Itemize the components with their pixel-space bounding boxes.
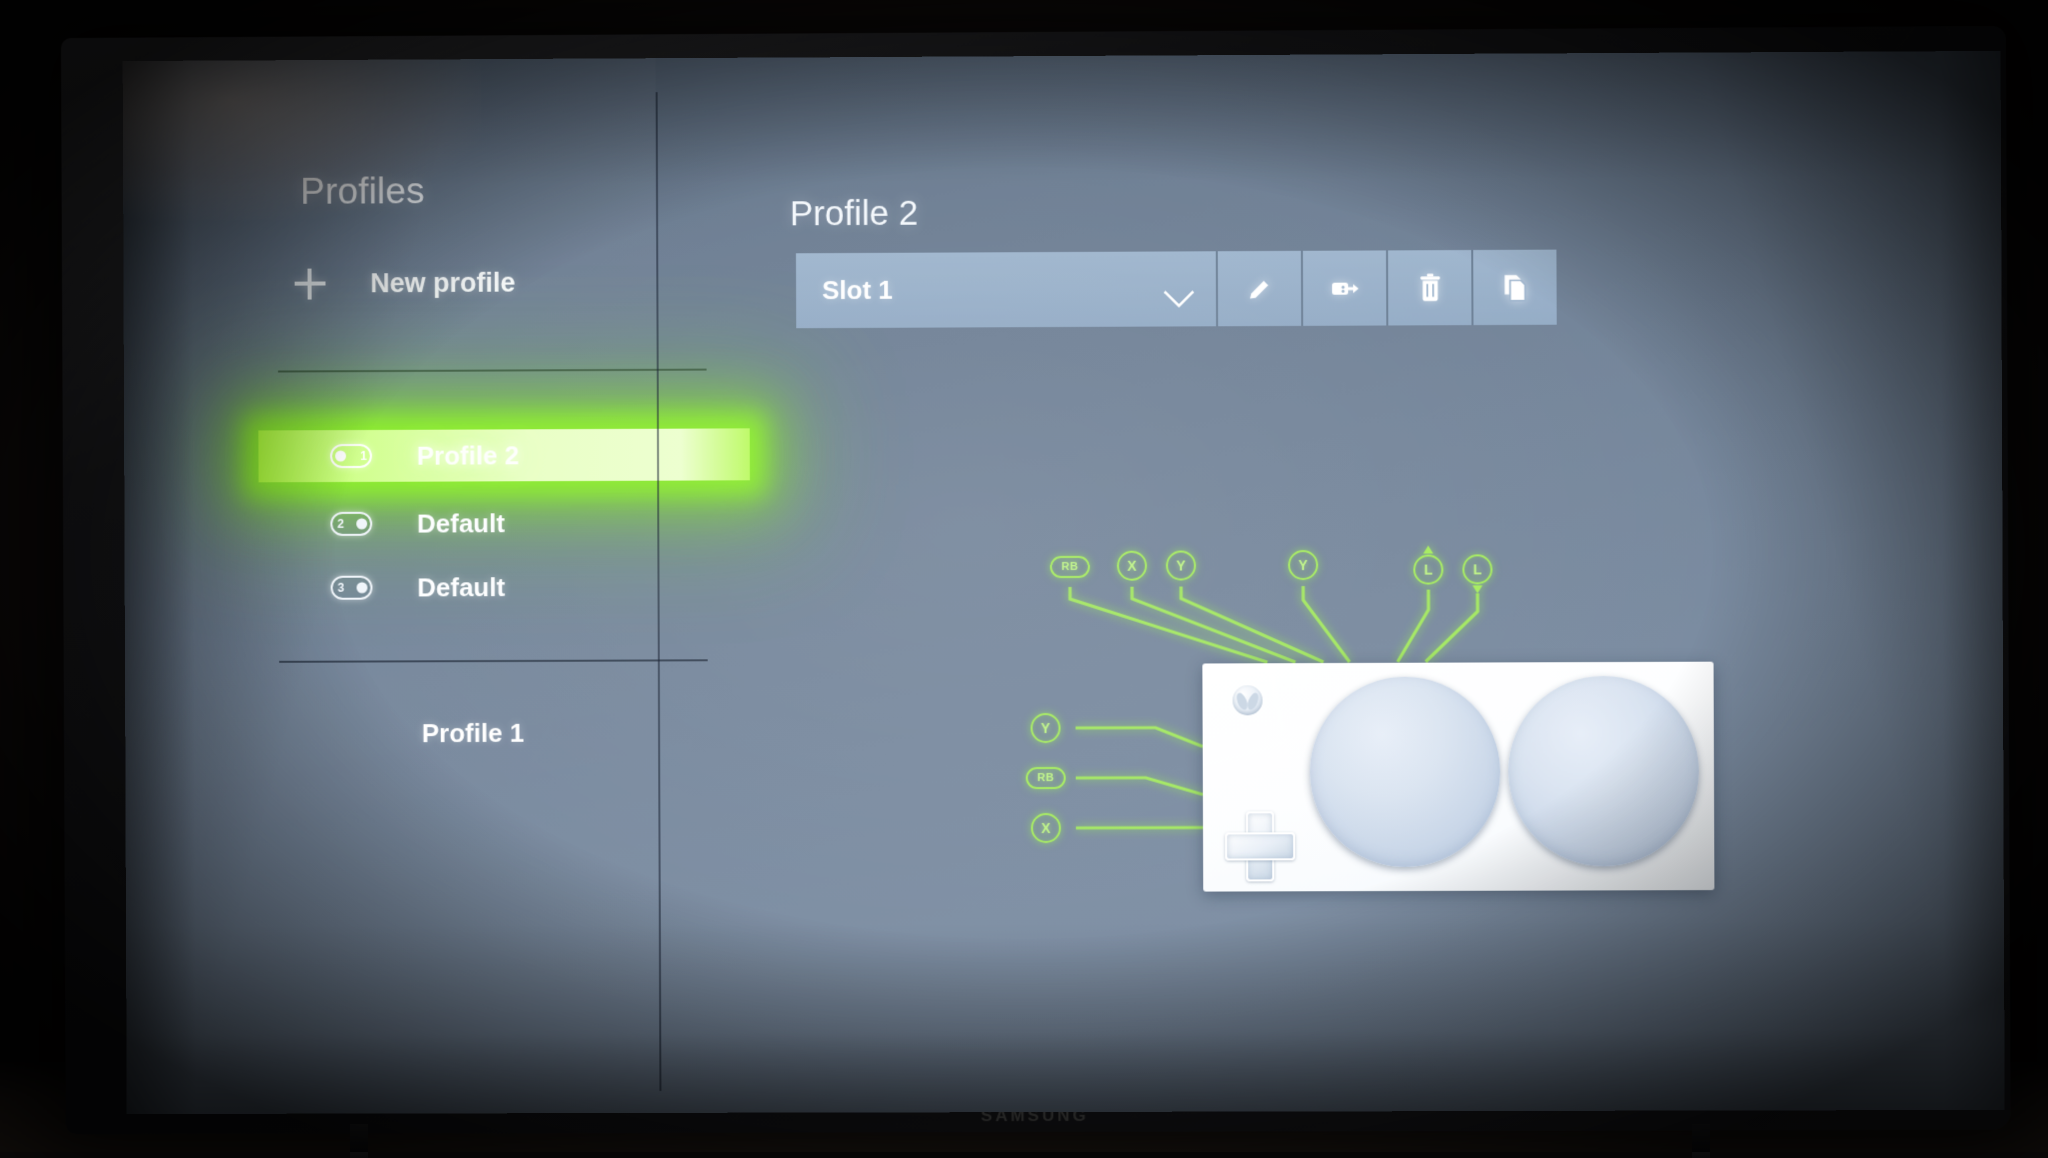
pencil-icon [1244,273,1274,303]
dpad-icon [1225,811,1291,877]
adaptive-controller-body [1202,662,1714,892]
callout-lstick-up[interactable]: L [1413,554,1443,584]
new-profile-label: New profile [370,267,515,299]
profile-label: Default [417,508,505,539]
delete-button[interactable] [1386,250,1471,325]
xbox-logo-icon [1232,685,1262,715]
sidebar-divider-bottom [279,659,708,663]
callout-y-left[interactable]: Y [1030,713,1060,743]
arrow-up-icon [1423,546,1433,554]
sidebar-divider-top [278,369,707,373]
new-profile-button[interactable]: New profile [293,259,516,308]
callout-rb-left[interactable]: RB [1026,767,1066,789]
sidebar-item-default-2[interactable]: 2 Default [124,495,657,553]
panel-title: Profile 2 [790,194,918,235]
tv-screen: Profiles New profile 1 Profile 2 [123,51,2005,1114]
callout-x-left[interactable]: X [1031,813,1061,843]
page-title: Profiles [300,170,425,213]
sidebar-item-default-3[interactable]: 3 Default [125,559,658,617]
controller-assign-icon [1330,277,1360,299]
big-button-a[interactable] [1310,676,1501,867]
duplicate-button[interactable] [1471,250,1557,326]
tv-stand-left [350,1124,368,1158]
slot-pill-icon: 3 [331,576,373,600]
xbox-accessories-app: Profiles New profile 1 Profile 2 [123,51,2005,1114]
big-button-b[interactable] [1508,676,1699,867]
sidebar-item-profile-1[interactable]: Profile 1 [422,718,524,749]
assign-button[interactable] [1301,250,1386,325]
slot-select-dropdown[interactable]: Slot 1 [796,251,1216,328]
controller-mapping-diagram: RB X Y Y L L Y RB X [1027,548,1770,911]
callout-lstick-down[interactable]: L [1462,554,1492,584]
slot-pill-icon: 1 [330,444,372,468]
copy-icon [1501,272,1529,302]
slot-select-value: Slot 1 [822,275,893,306]
profile-label: Profile 2 [417,440,519,471]
callout-y-top-1[interactable]: Y [1166,550,1196,580]
profiles-sidebar: Profiles New profile 1 Profile 2 [123,58,660,1114]
callout-rb-top[interactable]: RB [1050,556,1090,578]
plus-icon [293,267,327,301]
profile-label: Default [417,572,505,603]
sidebar-item-profile-2[interactable]: 1 Profile 2 [258,428,750,482]
slot-pill-icon: 2 [330,512,372,536]
tv-stand-right [1692,1124,1710,1158]
television: SAMSUNG Profiles New profile 1 [50,20,2010,1140]
profile-toolbar: Slot 1 [796,250,1557,329]
trash-icon [1417,273,1443,303]
arrow-down-icon [1472,585,1482,593]
edit-button[interactable] [1216,251,1301,326]
callout-x-top[interactable]: X [1117,551,1147,581]
callout-y-top-2[interactable]: Y [1288,550,1318,580]
chevron-down-icon [1164,280,1194,298]
